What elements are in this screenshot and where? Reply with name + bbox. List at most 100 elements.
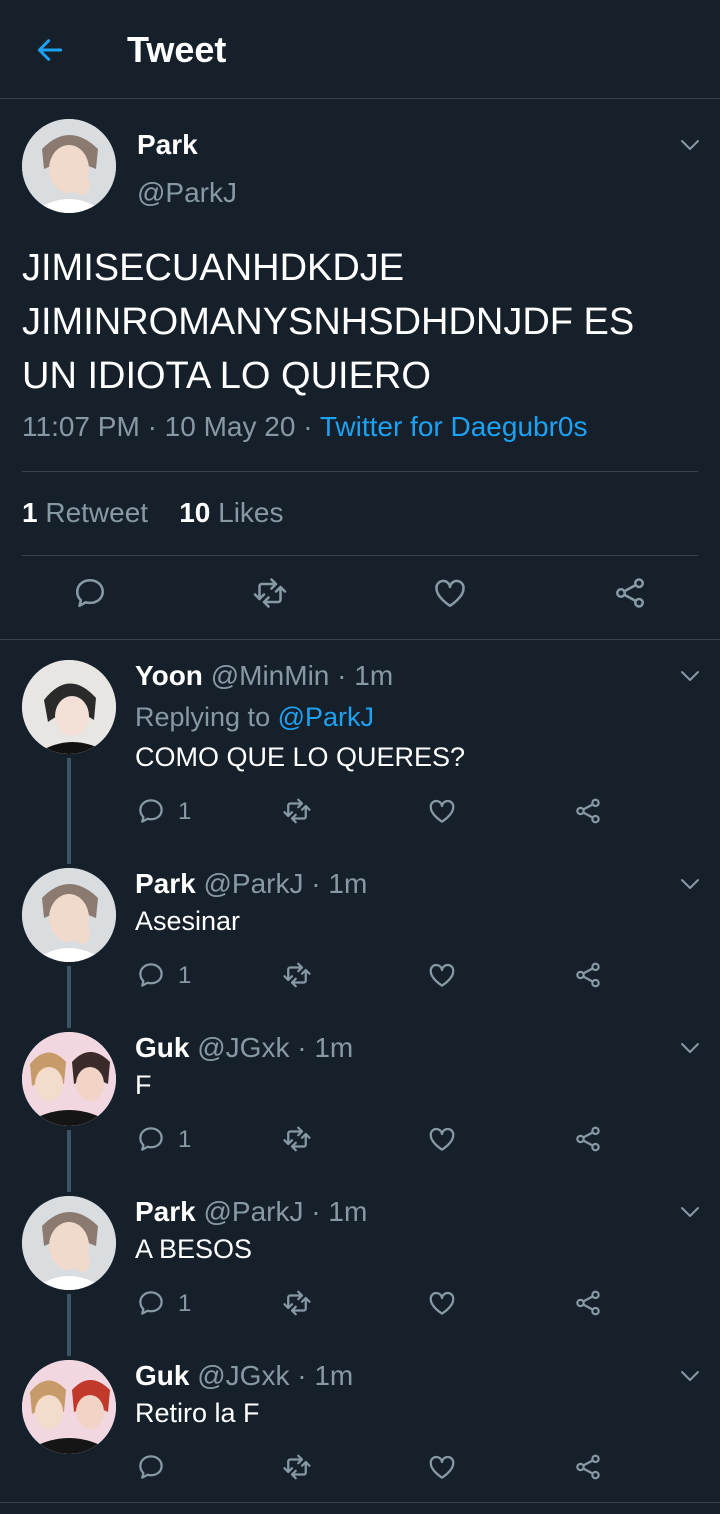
reply-count: 1 bbox=[178, 1126, 192, 1153]
reply-time: 1m bbox=[314, 1032, 354, 1063]
top-bar: Tweet bbox=[0, 0, 720, 99]
share-icon[interactable] bbox=[573, 796, 603, 826]
page-title: Tweet bbox=[127, 29, 227, 70]
tweet-time: 11:07 PM bbox=[22, 411, 140, 442]
reply-author-handle: @JGxk bbox=[197, 1360, 290, 1391]
reply-author-handle: @ParkJ bbox=[203, 868, 304, 899]
like-icon[interactable] bbox=[427, 1288, 457, 1318]
avatar[interactable] bbox=[22, 1196, 116, 1290]
like-icon[interactable] bbox=[427, 1124, 457, 1154]
chevron-down-icon[interactable] bbox=[678, 1200, 702, 1224]
reply-text: A BESOS bbox=[135, 1234, 253, 1264]
reply-icon[interactable] bbox=[136, 960, 166, 990]
chevron-down-icon[interactable] bbox=[678, 1364, 702, 1388]
like-icon[interactable] bbox=[427, 796, 457, 826]
tweet-actions bbox=[0, 575, 720, 615]
reply-text: F bbox=[135, 1070, 152, 1100]
like-icon[interactable] bbox=[432, 575, 468, 611]
reply-icon[interactable] bbox=[136, 796, 166, 826]
separator: · bbox=[297, 1360, 307, 1391]
chevron-down-icon[interactable] bbox=[678, 664, 702, 688]
tweet-meta: 11:07 PM · 10 May 20 · Twitter for Daegu… bbox=[22, 411, 587, 443]
tweet-text-line: JIMISECUANHDKDJE bbox=[22, 247, 405, 289]
retweet-icon[interactable] bbox=[282, 960, 312, 990]
author-handle[interactable]: @ParkJ bbox=[137, 177, 237, 209]
reply-author-name[interactable]: Park bbox=[135, 1196, 196, 1227]
divider bbox=[22, 555, 698, 556]
reply-author-name[interactable]: Guk bbox=[135, 1032, 189, 1063]
avatar[interactable] bbox=[22, 1032, 116, 1126]
reply-author-name[interactable]: Guk bbox=[135, 1360, 189, 1391]
like-icon[interactable] bbox=[427, 1452, 457, 1482]
replying-to: Replying to @ParkJ bbox=[135, 702, 374, 733]
avatar[interactable] bbox=[22, 868, 116, 962]
reply-actions bbox=[0, 1452, 720, 1486]
reply-count: 1 bbox=[178, 1290, 192, 1317]
separator: · bbox=[303, 411, 313, 442]
reply-header: Guk @JGxk · 1m bbox=[135, 1032, 353, 1064]
retweet-icon[interactable] bbox=[282, 796, 312, 826]
separator: · bbox=[311, 1196, 321, 1227]
reply-text: Asesinar bbox=[135, 906, 241, 936]
share-icon[interactable] bbox=[612, 575, 648, 611]
reply-header: Park @ParkJ · 1m bbox=[135, 1196, 367, 1228]
retweet-icon[interactable] bbox=[282, 1124, 312, 1154]
arrow-left-icon bbox=[37, 39, 63, 61]
divider bbox=[0, 1502, 720, 1503]
chevron-down-icon[interactable] bbox=[678, 133, 702, 157]
reply-time: 1m bbox=[328, 1196, 368, 1227]
reply-count: 1 bbox=[178, 962, 192, 989]
main-tweet: Park @ParkJ JIMISECUANHDKDJE JIMINROMANY… bbox=[0, 99, 720, 640]
retweets-stat[interactable]: 1 Retweet bbox=[22, 497, 148, 528]
retweets-count: 1 bbox=[22, 497, 38, 528]
share-icon[interactable] bbox=[573, 1452, 603, 1482]
retweet-icon[interactable] bbox=[282, 1288, 312, 1318]
reply-actions: 1 bbox=[0, 1124, 720, 1158]
retweet-icon[interactable] bbox=[282, 1452, 312, 1482]
tweet-stats: 1 Retweet 10 Likes bbox=[22, 497, 284, 529]
back-button[interactable] bbox=[28, 28, 72, 72]
reply-author-name[interactable]: Park bbox=[135, 868, 196, 899]
likes-count: 10 bbox=[179, 497, 211, 528]
chevron-down-icon[interactable] bbox=[678, 872, 702, 896]
reply-icon[interactable] bbox=[72, 575, 108, 611]
separator: · bbox=[147, 411, 157, 442]
share-icon[interactable] bbox=[573, 960, 603, 990]
avatar[interactable] bbox=[22, 660, 116, 754]
reply-icon[interactable] bbox=[136, 1452, 166, 1482]
separator: · bbox=[297, 1032, 307, 1063]
share-icon[interactable] bbox=[573, 1288, 603, 1318]
mention-link[interactable]: @ParkJ bbox=[278, 702, 374, 732]
reply-header: Park @ParkJ · 1m bbox=[135, 868, 367, 900]
reply-actions: 1 bbox=[0, 1288, 720, 1322]
like-icon[interactable] bbox=[427, 960, 457, 990]
separator: · bbox=[337, 660, 347, 691]
reply-icon[interactable] bbox=[136, 1124, 166, 1154]
reply-text: Retiro la F bbox=[135, 1398, 260, 1428]
replying-label: Replying to bbox=[135, 702, 271, 732]
reply-header: Yoon @MinMin · 1m bbox=[135, 660, 393, 692]
reply-text: COMO QUE LO QUERES? bbox=[135, 742, 466, 772]
reply-time: 1m bbox=[328, 868, 368, 899]
reply-icon[interactable] bbox=[136, 1288, 166, 1318]
reply-count: 1 bbox=[178, 798, 192, 825]
tweet-date: 10 May 20 bbox=[164, 411, 296, 442]
reply-author-handle: @JGxk bbox=[197, 1032, 290, 1063]
author-name[interactable]: Park bbox=[137, 129, 198, 161]
tweet-detail-screen: Tweet Park @ParkJ JIMISECUANHDKDJE JIMIN… bbox=[0, 0, 720, 1514]
reply-actions: 1 bbox=[0, 796, 720, 830]
reply-author-handle: @MinMin bbox=[210, 660, 330, 691]
avatar[interactable] bbox=[22, 1360, 116, 1454]
retweet-icon[interactable] bbox=[252, 575, 288, 611]
reply-author-name[interactable]: Yoon bbox=[135, 660, 203, 691]
reply-actions: 1 bbox=[0, 960, 720, 994]
likes-label: Likes bbox=[218, 497, 284, 528]
reply-author-handle: @ParkJ bbox=[203, 1196, 304, 1227]
tweet-text-line: UN IDIOTA LO QUIERO bbox=[22, 355, 431, 397]
avatar[interactable] bbox=[22, 119, 116, 213]
likes-stat[interactable]: 10 Likes bbox=[179, 497, 283, 528]
share-icon[interactable] bbox=[573, 1124, 603, 1154]
retweets-label: Retweet bbox=[45, 497, 149, 528]
chevron-down-icon[interactable] bbox=[678, 1036, 702, 1060]
tweet-source-link[interactable]: Twitter for Daegubr0s bbox=[320, 411, 588, 442]
